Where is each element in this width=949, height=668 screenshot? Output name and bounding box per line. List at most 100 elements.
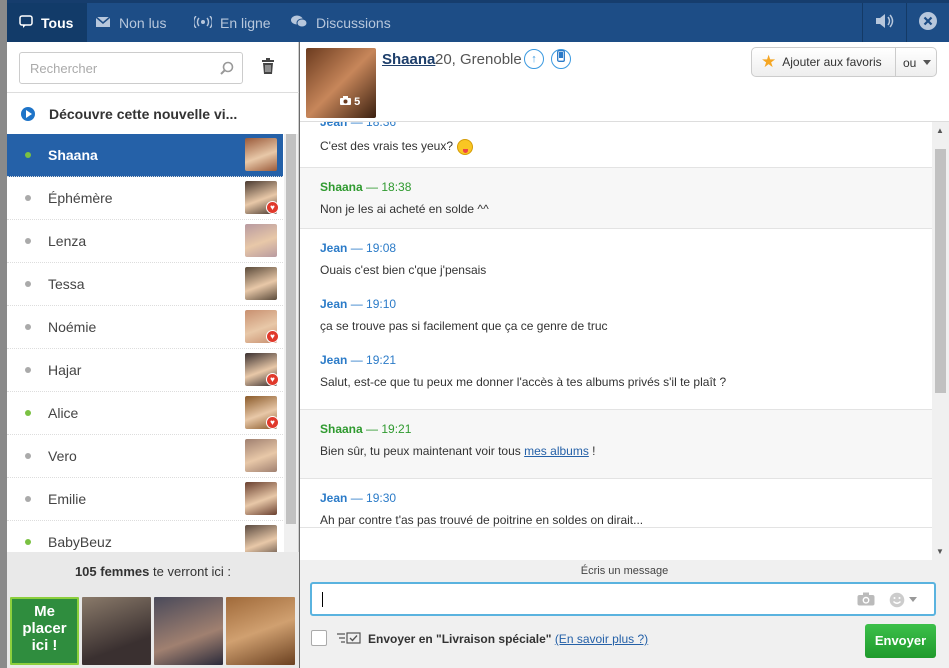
add-favorite-button[interactable]: ★ Ajouter aux favoris ou (751, 47, 937, 77)
mobile-icon (557, 50, 565, 65)
learn-more-link[interactable]: (En savoir plus ?) (555, 632, 648, 646)
chat-message: Jean — 18:36 C'est des vrais tes yeux? (320, 122, 912, 155)
message-author: Jean (320, 122, 348, 129)
contact-name: Emilie (48, 491, 87, 507)
star-icon: ★ (761, 52, 777, 71)
albums-link[interactable]: mes albums (524, 444, 589, 458)
tab-discussions[interactable]: Discussions (290, 3, 391, 42)
profile-name-link[interactable]: Shaana (382, 51, 435, 68)
message-meta: Shaana — 19:21 (320, 422, 412, 436)
chat-message: Jean — 19:30 Ah par contre t'as pas trouv… (320, 491, 912, 527)
message-author: Jean (320, 297, 348, 311)
message-text: ça se trouve pas si facilement que ça ce… (320, 319, 608, 333)
send-button[interactable]: Envoyer (865, 624, 936, 658)
sound-button[interactable] (864, 3, 906, 42)
offline-status-icon (25, 496, 31, 502)
message-body: C'est des vrais tes yeux? (320, 139, 912, 155)
message-meta: Jean — 18:36 (320, 122, 912, 129)
message-group: Shaana — 18:38 Non je les ai acheté en so… (300, 168, 932, 229)
scrollbar-thumb[interactable] (935, 149, 946, 393)
message-group: Jean — 19:08 Ouais c'est bien c'que j'pen… (300, 229, 932, 410)
speaker-icon (874, 13, 896, 32)
search-icon[interactable] (220, 61, 234, 78)
profile-info: 20, Grenoble (435, 51, 522, 68)
photo-count-value: 5 (354, 96, 361, 108)
promo-photo[interactable] (154, 597, 223, 665)
contact-item[interactable]: Lenza (7, 220, 283, 263)
conversation-header: 5 Shaana 20, Grenoble ↑ ★ Ajouter aux fa… (300, 42, 949, 122)
contact-item[interactable]: Emilie (7, 478, 283, 521)
message-author: Jean (320, 491, 348, 505)
play-icon (21, 106, 35, 121)
message-input[interactable] (310, 582, 936, 616)
close-button[interactable] (907, 3, 949, 42)
tab-tous[interactable]: Tous (7, 3, 87, 42)
message-text: Salut, est-ce que tu peux me donner l'ac… (320, 375, 727, 389)
tab-non-lus[interactable]: Non lus (95, 3, 166, 42)
close-icon (918, 11, 938, 34)
contact-item[interactable]: Noémie ♥ (7, 306, 283, 349)
scroll-up-icon[interactable]: ▲ (936, 126, 944, 135)
message-text: Ouais c'est bien c'que j'pensais (320, 263, 487, 277)
more-options-label[interactable]: ou (903, 56, 916, 70)
message-body: Non je les ai acheté en solde ^^ (320, 202, 912, 216)
contact-avatar[interactable] (245, 439, 277, 472)
contact-item[interactable]: Shaana (7, 134, 283, 177)
promo-photo[interactable] (82, 597, 151, 665)
chat-bubble-icon (19, 14, 33, 31)
message-time: 18:38 (381, 180, 412, 194)
boost-badge[interactable]: ↑ (524, 49, 544, 69)
camera-icon[interactable] (857, 592, 875, 609)
promo-text: 105 femmes te verront ici : (7, 564, 299, 579)
divider (862, 3, 863, 42)
heart-icon: ♥ (266, 330, 279, 343)
message-text: Non je les ai acheté en solde ^^ (320, 202, 489, 216)
discover-label: Découvre cette nouvelle vi... (49, 105, 238, 122)
contact-item[interactable]: Vero (7, 435, 283, 478)
contact-item[interactable]: Alice ♥ (7, 392, 283, 435)
contact-avatar[interactable] (245, 482, 277, 515)
promo-photo[interactable] (226, 597, 295, 665)
contact-name: Éphémère (48, 190, 113, 206)
contact-avatar[interactable] (245, 224, 277, 257)
discussions-icon (290, 15, 308, 31)
chevron-down-icon[interactable] (923, 60, 931, 65)
search-input[interactable]: Rechercher (19, 52, 243, 84)
message-meta: Jean — 19:21 (320, 353, 397, 367)
special-delivery-checkbox[interactable] (311, 630, 327, 646)
chat-message: Shaana — 19:21 Bien sûr, tu peux maintena… (320, 422, 912, 458)
contacts-panel: Rechercher Découvre cette nouvelle vi...… (7, 42, 299, 668)
place-me-here-button[interactable]: Me placer ici ! (10, 597, 79, 665)
message-body: Salut, est-ce que tu peux me donner l'ac… (320, 375, 912, 389)
arrow-up-icon: ↑ (531, 53, 537, 65)
message-time: 19:21 (381, 422, 412, 436)
heart-icon: ♥ (266, 201, 279, 214)
contact-item[interactable]: Tessa (7, 263, 283, 306)
tab-label: Tous (41, 14, 74, 31)
message-group: Shaana — 19:21 Bien sûr, tu peux maintena… (300, 410, 932, 479)
contact-item[interactable]: Éphémère ♥ (7, 177, 283, 220)
message-time: 19:30 (366, 491, 397, 505)
photo-count[interactable]: 5 (340, 96, 360, 108)
trash-button[interactable] (261, 58, 275, 77)
tab-en-ligne[interactable]: En ligne (193, 3, 271, 42)
add-favorite-label: Ajouter aux favoris (782, 55, 882, 69)
text-caret (322, 592, 323, 607)
contact-list: Shaana Éphémère ♥ Lenza Tessa Noémie ♥ Hajar ♥ Al… (7, 134, 283, 594)
message-author: Shaana (320, 422, 363, 436)
discover-item[interactable]: Découvre cette nouvelle vi... (7, 92, 299, 134)
scroll-down-icon[interactable]: ▼ (936, 547, 944, 556)
contact-list-scrollbar[interactable]: ▼ (284, 134, 298, 594)
contact-name: Hajar (48, 362, 82, 378)
message-scrollbar[interactable]: ▲ ▼ (932, 122, 949, 560)
contact-avatar[interactable] (245, 138, 277, 171)
scrollbar-thumb[interactable] (286, 134, 296, 524)
online-status-icon (25, 152, 31, 158)
emoji-icon[interactable] (889, 592, 919, 611)
contact-name: BabyBeuz (48, 534, 112, 550)
contact-avatar[interactable] (245, 267, 277, 300)
mobile-badge[interactable] (551, 49, 571, 69)
background-strip (0, 0, 7, 668)
contact-name: Vero (48, 448, 77, 464)
contact-item[interactable]: Hajar ♥ (7, 349, 283, 392)
